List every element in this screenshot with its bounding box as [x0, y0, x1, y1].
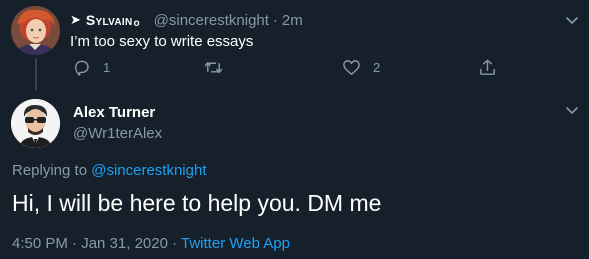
reply-button[interactable]: 1: [72, 58, 110, 77]
tweet-timestamp[interactable]: 4:50 PM · Jan 31, 2020: [12, 235, 168, 252]
tweet-meta: 4:50 PM · Jan 31, 2020 · Twitter Web App: [12, 235, 290, 252]
avatar-image: [11, 99, 60, 148]
share-button[interactable]: [478, 58, 497, 77]
tweet-text: Hi, I will be here to help you. DM me: [12, 190, 382, 216]
retweet-icon: [204, 62, 223, 73]
tweet-actions: 1 2: [70, 58, 500, 80]
parent-tweet-header: ➤ Sylvain o @sincerestknight · 2m: [70, 11, 303, 29]
name-suffix: o: [133, 17, 140, 29]
source-app-link[interactable]: Twitter Web App: [181, 235, 290, 252]
name-prefix: ➤: [70, 12, 81, 27]
replying-to-label: Replying to: [12, 162, 88, 179]
separator: ·: [272, 11, 278, 29]
retweet-button[interactable]: [204, 58, 223, 77]
like-count: 2: [373, 60, 381, 75]
avatar[interactable]: [11, 6, 60, 55]
chevron-down-icon[interactable]: [564, 102, 580, 118]
tweet-thread: ➤ Sylvain o @sincerestknight · 2m I’m to…: [0, 0, 589, 259]
thread-line: [35, 58, 37, 90]
tweet-text: I’m too sexy to write essays: [70, 33, 254, 50]
separator: ·: [172, 235, 178, 252]
share-icon: [480, 59, 495, 75]
reply-count: 1: [103, 60, 111, 75]
replying-to-handle-link[interactable]: @sincerestknight: [91, 162, 206, 179]
display-name[interactable]: Alex Turner: [73, 104, 155, 121]
display-name[interactable]: Sylvain: [86, 12, 133, 28]
tweet-time[interactable]: 2m: [282, 12, 303, 29]
avatar[interactable]: [11, 99, 60, 148]
user-handle[interactable]: @Wr1terAlex: [73, 125, 162, 142]
avatar-image: [11, 6, 60, 55]
reply-icon: [75, 60, 89, 76]
like-button[interactable]: 2: [342, 58, 380, 77]
replying-to: Replying to @sincerestknight: [12, 162, 207, 179]
chevron-down-icon[interactable]: [564, 12, 580, 28]
user-handle[interactable]: @sincerestknight: [154, 12, 269, 29]
heart-icon: [343, 60, 360, 75]
